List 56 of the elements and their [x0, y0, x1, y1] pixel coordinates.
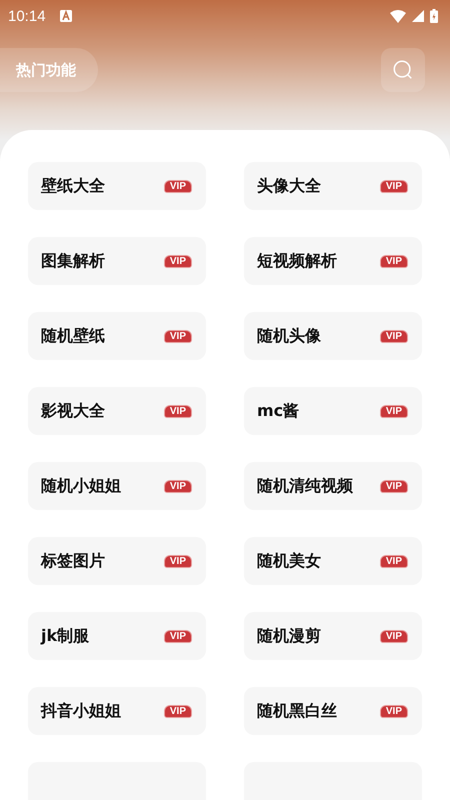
- feature-label: 抖音小姐姐: [41, 700, 121, 722]
- feature-label: 随机头像: [257, 326, 321, 346]
- search-icon: [392, 59, 414, 81]
- vip-badge: VIP: [164, 630, 192, 642]
- vip-badge: VIP: [164, 180, 192, 192]
- feature-label: 图集解析: [41, 250, 105, 272]
- battery-icon: [430, 9, 438, 23]
- feature-card[interactable]: 影视大全 VIP: [28, 387, 206, 435]
- feature-label: 随机清纯视频: [257, 476, 353, 496]
- search-button[interactable]: [381, 48, 425, 92]
- vip-badge: VIP: [164, 480, 192, 492]
- feature-card[interactable]: 壁纸大全 VIP: [28, 162, 206, 210]
- vip-badge: VIP: [380, 554, 408, 568]
- feature-card[interactable]: 随机小姐姐 VIP: [28, 462, 206, 510]
- vip-badge: VIP: [164, 704, 192, 718]
- section-title: 热门功能: [0, 48, 98, 92]
- feature-card[interactable]: 标签图片 VIP: [28, 537, 206, 585]
- feature-card[interactable]: 随机清纯视频 VIP: [244, 462, 422, 510]
- vip-badge: VIP: [380, 404, 408, 418]
- feature-label: mc酱: [257, 400, 300, 422]
- feature-card[interactable]: 随机黑白丝 VIP: [244, 687, 422, 735]
- signal-icon: [412, 10, 424, 22]
- feature-card[interactable]: mc酱 VIP: [244, 387, 422, 435]
- notification-icon: [60, 10, 72, 22]
- wifi-icon: [390, 10, 406, 22]
- feature-card[interactable]: jk制服 VIP: [28, 612, 206, 660]
- feature-card[interactable]: 随机壁纸 VIP: [28, 312, 206, 360]
- feature-label: 随机黑白丝: [257, 700, 337, 722]
- vip-badge: VIP: [380, 480, 408, 492]
- feature-card[interactable]: 随机美女 VIP: [244, 537, 422, 585]
- feature-label: jk制服: [41, 626, 90, 646]
- feature-card[interactable]: 随机头像 VIP: [244, 312, 422, 360]
- vip-badge: VIP: [164, 330, 192, 342]
- feature-card[interactable]: 头像大全 VIP: [244, 162, 422, 210]
- feature-label: 随机美女: [257, 550, 321, 572]
- feature-card[interactable]: 图集解析 VIP: [28, 237, 206, 285]
- vip-badge: VIP: [380, 630, 408, 642]
- vip-badge: VIP: [380, 180, 408, 192]
- feature-label: 头像大全: [257, 176, 321, 196]
- vip-badge: VIP: [380, 254, 408, 268]
- vip-badge: VIP: [380, 330, 408, 342]
- feature-card[interactable]: 抖音小姐姐 VIP: [28, 687, 206, 735]
- feature-card[interactable]: 随机漫剪 VIP: [244, 612, 422, 660]
- vip-badge: VIP: [164, 404, 192, 418]
- vip-badge: VIP: [164, 254, 192, 268]
- feature-label: 随机小姐姐: [41, 476, 121, 496]
- feature-label: 短视频解析: [257, 250, 337, 272]
- feature-label: 随机壁纸: [41, 326, 105, 346]
- feature-label: 随机漫剪: [257, 626, 321, 646]
- feature-label: 影视大全: [41, 400, 105, 422]
- status-time: 10:14: [8, 8, 46, 24]
- vip-badge: VIP: [380, 704, 408, 718]
- vip-badge: VIP: [164, 554, 192, 568]
- feature-label: 标签图片: [41, 550, 105, 572]
- feature-label: 壁纸大全: [41, 176, 105, 196]
- feature-card[interactable]: 短视频解析 VIP: [244, 237, 422, 285]
